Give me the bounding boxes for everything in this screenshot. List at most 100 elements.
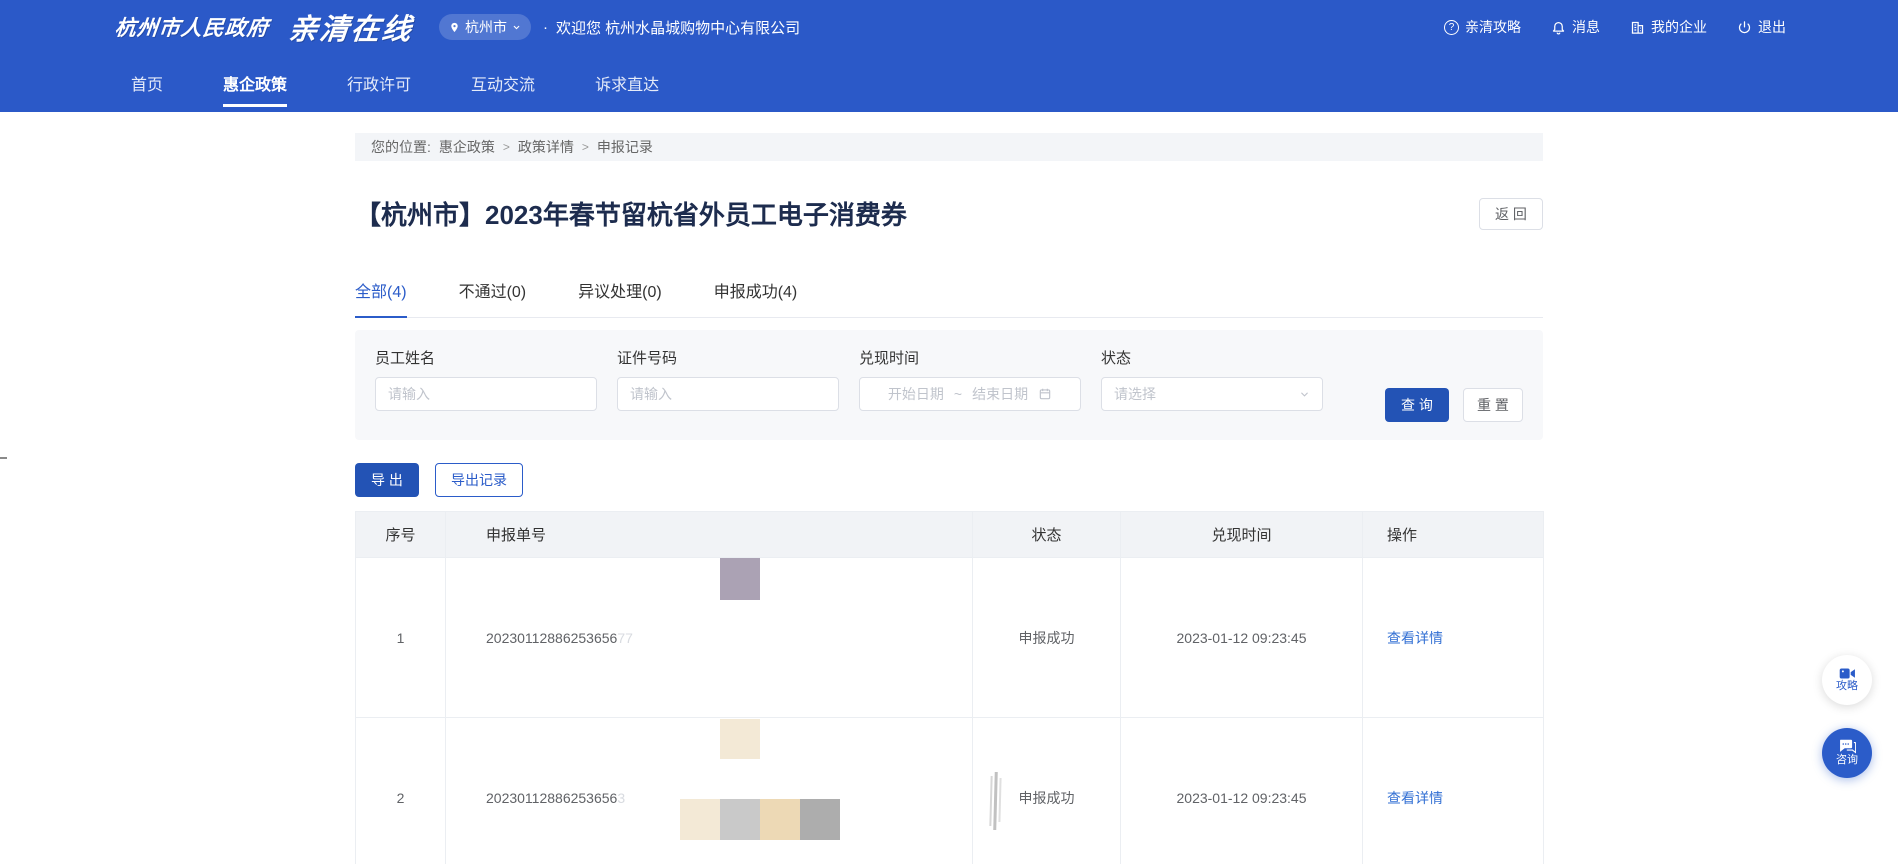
my-company-link-label: 我的企业 bbox=[1651, 17, 1707, 37]
power-icon bbox=[1737, 20, 1752, 35]
filter-actions: 查 询 重 置 bbox=[1385, 347, 1523, 423]
main-nav: 首页 惠企政策 行政许可 互动交流 诉求直达 bbox=[0, 54, 1898, 112]
redaction-block bbox=[720, 558, 760, 600]
city-selector[interactable]: 杭州市 bbox=[439, 14, 531, 40]
question-circle-icon: ? bbox=[1444, 20, 1459, 35]
export-toolbar: 导 出 导出记录 bbox=[355, 463, 1543, 497]
breadcrumb: 您的位置: 惠企政策 > 政策详情 > 申报记录 bbox=[355, 133, 1543, 161]
guide-link-label: 亲清攻略 bbox=[1465, 17, 1521, 37]
breadcrumb-item-policy-detail[interactable]: 政策详情 bbox=[518, 137, 574, 157]
chat-bubble-icon bbox=[1839, 739, 1856, 754]
breadcrumb-item-policies[interactable]: 惠企政策 bbox=[439, 137, 495, 157]
date-start-placeholder: 开始日期 bbox=[888, 384, 944, 404]
city-selector-label: 杭州市 bbox=[465, 17, 507, 37]
column-header-action: 操作 bbox=[1363, 512, 1544, 558]
back-button[interactable]: 返 回 bbox=[1479, 198, 1543, 230]
status-select-placeholder: 请选择 bbox=[1114, 384, 1156, 404]
nav-item-interaction-label: 互动交流 bbox=[471, 71, 535, 95]
column-header-status: 状态 bbox=[973, 512, 1121, 558]
tab-success[interactable]: 申报成功(4) bbox=[714, 278, 798, 317]
video-camera-icon bbox=[1839, 667, 1856, 680]
id-number-field-group: 证件号码 bbox=[617, 347, 839, 423]
consult-float-button[interactable]: 咨询 bbox=[1822, 728, 1872, 778]
redeem-time-field-group: 兑现时间 开始日期 ~ 结束日期 bbox=[859, 347, 1081, 423]
redaction-block bbox=[760, 799, 800, 840]
guide-float-label: 攻略 bbox=[1836, 680, 1858, 693]
nav-item-appeals-label: 诉求直达 bbox=[595, 71, 659, 95]
messages-link-label: 消息 bbox=[1572, 17, 1600, 37]
redaction-block bbox=[720, 799, 760, 840]
tab-rejected[interactable]: 不通过(0) bbox=[459, 278, 527, 317]
tab-all[interactable]: 全部(4) bbox=[355, 278, 407, 317]
nav-item-home-label: 首页 bbox=[131, 71, 163, 95]
status-field-group: 状态 请选择 bbox=[1101, 347, 1323, 423]
order-no-faded-text: 3 bbox=[617, 790, 625, 806]
row-order-no: 2023011288625365677 bbox=[446, 558, 973, 718]
declaration-records-table: 序号 申报单号 状态 兑现时间 操作 1 2023011288625365677… bbox=[355, 511, 1544, 864]
redeem-time-label: 兑现时间 bbox=[859, 347, 1081, 368]
messages-link[interactable]: 消息 bbox=[1551, 17, 1600, 37]
welcome-text: · 欢迎您 杭州水晶城购物中心有限公司 bbox=[543, 17, 800, 38]
row-index: 2 bbox=[356, 718, 446, 864]
employee-name-label: 员工姓名 bbox=[375, 347, 597, 368]
view-detail-link[interactable]: 查看详情 bbox=[1387, 630, 1443, 646]
status-label: 状态 bbox=[1101, 347, 1323, 368]
nav-item-licensing-label: 行政许可 bbox=[347, 71, 411, 95]
status-select[interactable]: 请选择 bbox=[1101, 377, 1323, 411]
reset-button[interactable]: 重 置 bbox=[1463, 388, 1523, 422]
brand-logo-text: 亲清在线 bbox=[287, 6, 415, 48]
id-number-input[interactable] bbox=[617, 377, 839, 411]
my-company-link[interactable]: 我的企业 bbox=[1630, 17, 1707, 37]
status-tabs: 全部(4) 不通过(0) 异议处理(0) 申报成功(4) bbox=[355, 278, 1543, 318]
redaction-block bbox=[800, 799, 840, 840]
edge-artifact bbox=[0, 457, 7, 459]
chevron-down-icon bbox=[512, 23, 521, 32]
top-utility-links: ? 亲清攻略 消息 我的企业 退出 bbox=[1444, 17, 1786, 37]
breadcrumb-separator: > bbox=[503, 140, 510, 154]
title-row: 【杭州市】2023年春节留杭省外员工电子消费券 返 回 bbox=[355, 195, 1543, 232]
breadcrumb-item-declare-records[interactable]: 申报记录 bbox=[597, 137, 653, 157]
row-order-no: 202301128862536563 bbox=[446, 718, 973, 864]
row-index: 1 bbox=[356, 558, 446, 718]
logout-link[interactable]: 退出 bbox=[1737, 17, 1786, 37]
building-icon bbox=[1630, 20, 1645, 35]
column-header-order-no: 申报单号 bbox=[446, 512, 973, 558]
gov-logo-text: 杭州市人民政府 bbox=[113, 12, 270, 42]
id-number-label: 证件号码 bbox=[617, 347, 839, 368]
logout-link-label: 退出 bbox=[1758, 17, 1786, 37]
order-no-text: 20230112886253656 bbox=[486, 630, 617, 646]
column-header-redeem-time: 兑现时间 bbox=[1121, 512, 1363, 558]
nav-item-policies[interactable]: 惠企政策 bbox=[223, 54, 287, 112]
date-end-placeholder: 结束日期 bbox=[972, 384, 1028, 404]
redaction-block bbox=[720, 719, 760, 759]
site-header: 杭州市人民政府 亲清在线 杭州市 · 欢迎您 杭州水晶城购物中心有限公司 ? 亲… bbox=[0, 0, 1898, 112]
row-redeem-time: 2023-01-12 09:23:45 bbox=[1121, 718, 1363, 864]
location-pin-icon bbox=[449, 21, 460, 34]
redeem-time-range-picker[interactable]: 开始日期 ~ 结束日期 bbox=[859, 377, 1081, 411]
employee-name-input[interactable] bbox=[375, 377, 597, 411]
tab-dispute[interactable]: 异议处理(0) bbox=[578, 278, 662, 317]
row-status: 申报成功 bbox=[973, 558, 1121, 718]
main-content: 您的位置: 惠企政策 > 政策详情 > 申报记录 【杭州市】2023年春节留杭省… bbox=[355, 133, 1543, 864]
row-action-cell: 查看详情 bbox=[1363, 718, 1544, 864]
employee-name-field-group: 员工姓名 bbox=[375, 347, 597, 423]
export-records-button[interactable]: 导出记录 bbox=[435, 463, 523, 497]
top-bar: 杭州市人民政府 亲清在线 杭州市 · 欢迎您 杭州水晶城购物中心有限公司 ? 亲… bbox=[0, 0, 1898, 54]
welcome-company: 欢迎您 杭州水晶城购物中心有限公司 bbox=[556, 17, 800, 38]
view-detail-link[interactable]: 查看详情 bbox=[1387, 790, 1443, 806]
page-title: 【杭州市】2023年春节留杭省外员工电子消费券 bbox=[355, 195, 907, 232]
nav-item-licensing[interactable]: 行政许可 bbox=[347, 54, 411, 112]
export-button[interactable]: 导 出 bbox=[355, 463, 419, 497]
guide-link[interactable]: ? 亲清攻略 bbox=[1444, 17, 1521, 37]
calendar-icon bbox=[1038, 387, 1052, 401]
column-header-index: 序号 bbox=[356, 512, 446, 558]
search-button[interactable]: 查 询 bbox=[1385, 388, 1449, 422]
nav-item-home[interactable]: 首页 bbox=[131, 54, 163, 112]
table-row: 1 2023011288625365677 申报成功 2023-01-12 09… bbox=[356, 558, 1544, 718]
nav-item-policies-label: 惠企政策 bbox=[223, 71, 287, 95]
nav-item-appeals[interactable]: 诉求直达 bbox=[595, 54, 659, 112]
order-no-text: 20230112886253656 bbox=[486, 790, 617, 806]
nav-item-interaction[interactable]: 互动交流 bbox=[471, 54, 535, 112]
breadcrumb-prefix: 您的位置: bbox=[371, 137, 431, 157]
guide-float-button[interactable]: 攻略 bbox=[1822, 655, 1872, 705]
